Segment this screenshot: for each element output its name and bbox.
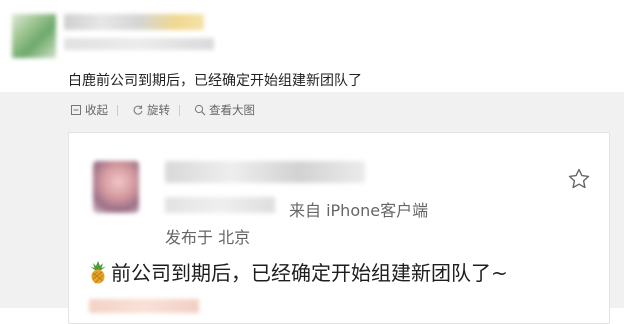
view-large-image-button[interactable]: 查看大图 xyxy=(194,102,255,118)
card-text-content: 前公司到期后，已经确定开始组建新团队了~ xyxy=(111,261,508,285)
post-text: 白鹿前公司到期后，已经确定开始组建新团队了 xyxy=(68,73,362,89)
embedded-post-image[interactable]: 来自 iPhone客户端 发布于 北京 前公司到期后，已经确定开始组建新团队了~ xyxy=(68,132,610,324)
rotate-label: 旋转 xyxy=(147,103,170,117)
collapse-button[interactable]: 收起 xyxy=(70,102,118,118)
post-location: 发布于 北京 xyxy=(165,228,251,247)
rotate-icon xyxy=(132,104,144,116)
post-header: 白鹿前公司到期后，已经确定开始组建新团队了 xyxy=(0,0,624,92)
avatar[interactable] xyxy=(12,14,56,58)
divider xyxy=(179,104,180,116)
divider xyxy=(117,104,118,116)
card-text: 前公司到期后，已经确定开始组建新团队了~ xyxy=(87,257,508,286)
card-username-blurred xyxy=(165,161,365,183)
pineapple-icon xyxy=(87,260,109,284)
star-icon xyxy=(567,167,591,191)
collapse-label: 收起 xyxy=(85,103,108,117)
card-avatar xyxy=(93,161,139,213)
rotate-button[interactable]: 旋转 xyxy=(132,102,180,118)
post-source: 来自 iPhone客户端 xyxy=(289,201,429,220)
collapse-icon xyxy=(70,104,82,116)
card-next-line-blurred xyxy=(89,299,199,313)
card-meta-blurred xyxy=(165,197,275,213)
view-large-image-label: 查看大图 xyxy=(209,103,255,117)
image-toolbar: 收起 旋转 查看大图 xyxy=(70,101,255,119)
post-meta-blurred xyxy=(64,38,214,50)
username-blurred[interactable] xyxy=(64,14,204,30)
zoom-in-icon xyxy=(194,104,206,116)
